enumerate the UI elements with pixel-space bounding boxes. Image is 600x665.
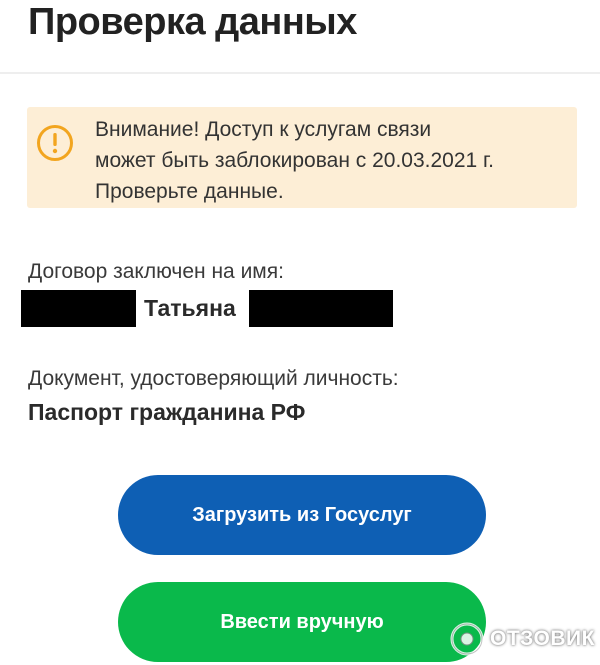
contract-label: Договор заключен на имя: [28, 260, 284, 283]
alert-message: Внимание! Доступ к услугам связи может б… [95, 114, 565, 207]
watermark-text: ОТЗОВИК [490, 627, 595, 650]
header-divider [0, 72, 600, 74]
alert-line: Проверьте данные. [95, 180, 284, 203]
document-value: Паспорт гражданина РФ [28, 399, 306, 425]
redacted-surname [21, 290, 136, 327]
document-label: Документ, удостоверяющий личность: [28, 367, 399, 390]
check-data-page: Проверка данных Внимание! Доступ к услуг… [0, 0, 600, 665]
warning-circle-icon [36, 124, 74, 162]
otzovik-logo-icon [450, 622, 484, 656]
contract-first-name: Татьяна [144, 295, 236, 321]
warning-alert: Внимание! Доступ к услугам связи может б… [27, 107, 577, 208]
load-from-gosuslugi-button[interactable]: Загрузить из Госуслуг [118, 475, 486, 555]
enter-manually-button[interactable]: Ввести вручную [118, 582, 486, 662]
alert-line: может быть заблокирован с 20.03.2021 г. [95, 149, 494, 172]
watermark: ОТЗОВИК [450, 617, 596, 661]
redacted-patronymic [249, 290, 393, 327]
page-title: Проверка данных [28, 1, 357, 43]
alert-line: Внимание! Доступ к услугам связи [95, 118, 432, 141]
